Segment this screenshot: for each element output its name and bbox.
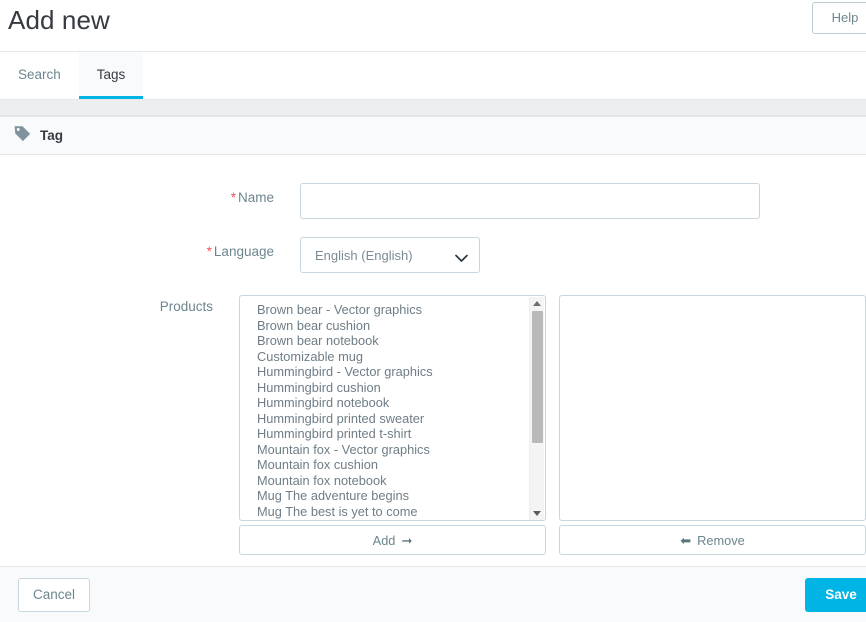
language-required-marker: *	[206, 244, 212, 259]
selected-products-items	[560, 296, 865, 520]
list-item[interactable]: Hummingbird printed t-shirt	[240, 426, 545, 442]
list-item[interactable]: Mountain fox - Vector graphics	[240, 442, 545, 458]
language-select[interactable]: English (English)	[300, 237, 480, 273]
list-item[interactable]: Mug The best is yet to come	[240, 504, 545, 520]
list-item[interactable]: Customizable mug	[240, 349, 545, 365]
list-item[interactable]: Hummingbird printed sweater	[240, 411, 545, 427]
content-spacer	[0, 100, 866, 116]
name-row: * Name	[0, 183, 866, 219]
tab-bar: Search Tags	[0, 52, 866, 100]
tag-icon	[14, 125, 31, 147]
remove-button[interactable]: ⬅ Remove	[559, 525, 866, 555]
save-button[interactable]: Save	[805, 578, 866, 612]
panel-header: Tag	[0, 117, 866, 155]
available-products-scrollbar[interactable]	[529, 297, 544, 520]
cancel-button[interactable]: Cancel	[18, 578, 90, 612]
language-row: * Language English (English)	[0, 237, 866, 273]
scroll-down-arrow-icon[interactable]	[533, 511, 541, 516]
tab-tags[interactable]: Tags	[78, 52, 144, 99]
available-products-listbox[interactable]: Brown bear - Vector graphics Brown bear c…	[239, 295, 546, 521]
available-products-items: Brown bear - Vector graphics Brown bear c…	[240, 296, 545, 520]
help-button[interactable]: Help	[812, 2, 866, 34]
list-item[interactable]: Brown bear - Vector graphics	[240, 302, 545, 318]
language-label: * Language	[0, 237, 300, 259]
name-label-text: Name	[237, 190, 274, 205]
list-item[interactable]: Brown bear notebook	[240, 333, 545, 349]
scroll-up-arrow-icon[interactable]	[533, 301, 541, 306]
list-item[interactable]: Hummingbird - Vector graphics	[240, 364, 545, 380]
name-label: * Name	[0, 183, 300, 205]
language-select-wrap: English (English)	[300, 237, 480, 273]
products-row: Products Brown bear - Vector graphics Bro…	[0, 295, 866, 555]
remove-button-label: Remove	[697, 532, 745, 548]
tag-panel: Tag *Name *Language English (English)	[0, 116, 866, 568]
panel-title: Tag	[40, 128, 63, 143]
products-dual-list: Brown bear - Vector graphics Brown bear c…	[239, 295, 866, 555]
list-item[interactable]: Mountain fox cushion	[240, 457, 545, 473]
arrow-right-icon: ➞	[401, 532, 413, 548]
page-header: Add new Help	[0, 0, 866, 52]
selected-products-listbox[interactable]	[559, 295, 866, 521]
scrollbar-thumb[interactable]	[532, 311, 543, 443]
add-button[interactable]: Add ➞	[239, 525, 546, 555]
tab-search[interactable]: Search	[0, 52, 79, 99]
page-title: Add new	[8, 5, 110, 35]
products-label: Products	[159, 299, 213, 314]
add-new-tag-page: Add new Help Search Tags Tag * Name * La…	[0, 0, 866, 622]
name-required-marker: *	[230, 190, 236, 205]
name-input[interactable]	[300, 183, 760, 219]
language-label-text: Language	[213, 244, 274, 259]
list-item[interactable]: Brown bear cushion	[240, 318, 545, 334]
panel-body: * Name * Language English (English) Prod…	[0, 155, 866, 567]
list-item[interactable]: Mug The adventure begins	[240, 488, 545, 504]
language-selected-value: English (English)	[315, 247, 413, 263]
selected-products-column: ⬅ Remove	[559, 295, 866, 555]
list-item[interactable]: Hummingbird notebook	[240, 395, 545, 411]
arrow-left-icon: ⬅	[680, 532, 692, 548]
list-item[interactable]: Mountain fox notebook	[240, 473, 545, 489]
add-button-label: Add	[372, 532, 396, 548]
list-item[interactable]: Hummingbird cushion	[240, 380, 545, 396]
form-footer: Cancel Save	[0, 566, 866, 622]
available-products-column: Brown bear - Vector graphics Brown bear c…	[239, 295, 546, 555]
